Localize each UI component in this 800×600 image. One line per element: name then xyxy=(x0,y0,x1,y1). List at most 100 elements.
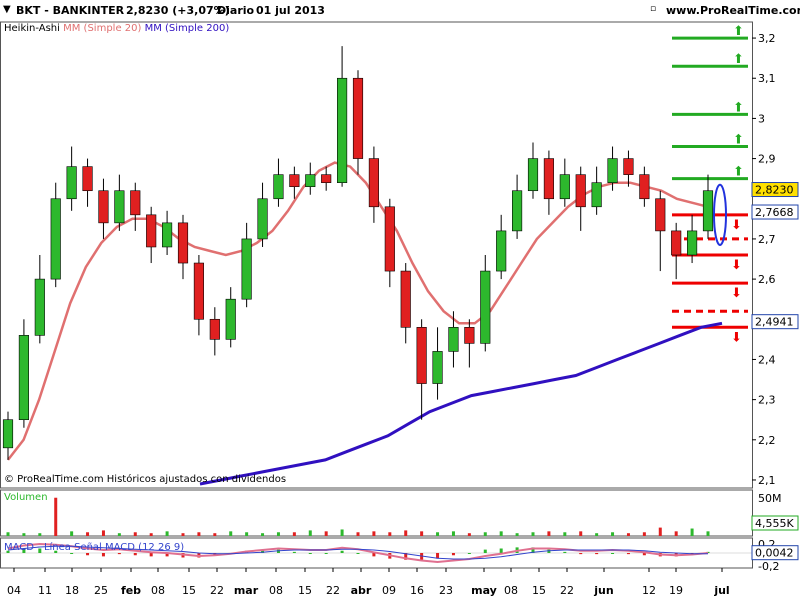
footer-note: © ProRealTime.com Históricos ajustados c… xyxy=(4,473,286,485)
candle-body xyxy=(273,174,284,200)
volume-bar xyxy=(404,530,408,536)
candle-body xyxy=(177,222,189,264)
y-tick-label: 2,7 xyxy=(758,233,776,246)
volume-title: Volumen xyxy=(4,492,48,503)
ma20-line xyxy=(7,161,709,461)
up-arrow-icon: ⬆ xyxy=(733,24,744,39)
macd-histogram-bar xyxy=(499,548,503,553)
volume-bar xyxy=(70,531,74,536)
ma200-line xyxy=(199,321,723,486)
candle-body xyxy=(639,174,650,200)
candle-body xyxy=(655,198,666,232)
x-tick-label: 15 xyxy=(532,584,546,597)
y-tick-label: 3,2 xyxy=(758,32,776,45)
x-tick-label: may xyxy=(471,584,497,597)
macd-histogram-bar xyxy=(595,553,599,555)
volume-bar xyxy=(165,531,169,536)
x-tick-label: 23 xyxy=(439,584,453,597)
volume-bar xyxy=(690,528,694,536)
y-tick-label: 2,6 xyxy=(758,273,776,286)
volume-bar xyxy=(292,532,296,536)
macd-histogram-bar xyxy=(626,553,630,555)
y-tick-label: 2,1 xyxy=(758,474,776,487)
candle-body xyxy=(480,270,491,344)
candle-body xyxy=(257,198,268,240)
candle-body xyxy=(607,158,618,183)
candle-body xyxy=(337,77,348,183)
x-tick-label: abr xyxy=(351,584,372,597)
volume-bar xyxy=(483,532,487,536)
volume-bar xyxy=(117,533,121,536)
volume-bar xyxy=(499,531,503,536)
x-tick-label: 22 xyxy=(560,584,574,597)
up-arrow-icon: ⬆ xyxy=(733,52,744,67)
candle-body xyxy=(543,158,554,200)
macd-axis-bottom: -0,2 xyxy=(758,560,779,573)
price-tag-label: 2,8230 xyxy=(755,184,794,197)
x-tick-label: 25 xyxy=(94,584,108,597)
candle-body xyxy=(162,222,173,248)
volume-bar xyxy=(38,533,42,536)
macd-histogram-bar xyxy=(292,551,296,553)
macd-histogram-bar xyxy=(70,553,74,554)
volume-bar xyxy=(133,532,137,536)
down-arrow-icon: ⬇ xyxy=(731,286,742,301)
volume-bar xyxy=(229,531,233,536)
down-arrow-icon: ⬇ xyxy=(731,258,742,273)
volume-panel-frame xyxy=(0,489,753,537)
macd-histogram-bar xyxy=(611,553,615,554)
volume-bar xyxy=(579,531,583,536)
volume-bar xyxy=(626,533,630,536)
volume-bar xyxy=(149,533,153,536)
volume-bar xyxy=(611,532,615,536)
x-tick-label: 19 xyxy=(669,584,683,597)
price-tag-label: 2,7668 xyxy=(755,206,794,219)
y-tick-label: 3,1 xyxy=(758,72,776,85)
candle-body xyxy=(66,166,77,200)
volume-bar xyxy=(531,532,535,536)
volume-bar xyxy=(372,531,376,536)
volume-bar xyxy=(213,533,217,536)
candle-body xyxy=(496,230,507,272)
candle-body xyxy=(241,238,252,300)
candle-body xyxy=(130,190,141,216)
volume-bar xyxy=(642,532,646,536)
candle-body xyxy=(225,298,236,340)
macd-histogram-bar xyxy=(117,553,121,555)
macd-histogram-bar xyxy=(483,549,487,553)
candle-body xyxy=(464,327,475,344)
volume-bar xyxy=(245,532,249,536)
up-arrow-icon: ⬆ xyxy=(733,100,744,115)
candle-body xyxy=(321,174,332,183)
x-tick-label: 22 xyxy=(210,584,224,597)
volume-bar xyxy=(101,530,105,536)
candle-body xyxy=(559,174,570,200)
price-chart[interactable]: 3,2 3,1 3 2,9 2,7 2,6 2,4 2,3 2,2 2,1 ⬆ ⬆ ⬆ ⬆ ⬆ ⬇ ⬇ ⬇ ⬇ 2,8… xyxy=(0,0,800,600)
candle-body xyxy=(527,158,539,192)
volume-axis-label: 50M xyxy=(758,492,782,505)
x-tick-label: 16 xyxy=(410,584,424,597)
x-tick-label: 22 xyxy=(326,584,340,597)
x-tick-label: 12 xyxy=(642,584,656,597)
x-tick-label: 15 xyxy=(298,584,312,597)
candle-body xyxy=(209,318,220,340)
x-tick-label: 18 xyxy=(65,584,79,597)
x-tick-label: 08 xyxy=(269,584,283,597)
volume-bar xyxy=(467,533,471,536)
macd-histogram-bar xyxy=(149,553,153,557)
volume-bar xyxy=(181,533,185,536)
y-tick-label: 2,3 xyxy=(758,394,776,407)
volume-bar xyxy=(22,533,26,536)
volume-bar xyxy=(86,532,90,536)
y-tick-label: 2,9 xyxy=(758,153,776,166)
x-tick-label: 15 xyxy=(182,584,196,597)
candle-body xyxy=(368,158,379,208)
price-tag-label: 2,4941 xyxy=(755,316,794,329)
candle-body xyxy=(591,182,602,208)
macd-histogram-bar xyxy=(563,551,567,553)
candle-body xyxy=(687,230,698,256)
candle-body xyxy=(400,270,411,328)
macd-histogram-bar xyxy=(308,553,312,554)
volume-bar xyxy=(563,532,567,536)
candle-body xyxy=(432,351,443,384)
